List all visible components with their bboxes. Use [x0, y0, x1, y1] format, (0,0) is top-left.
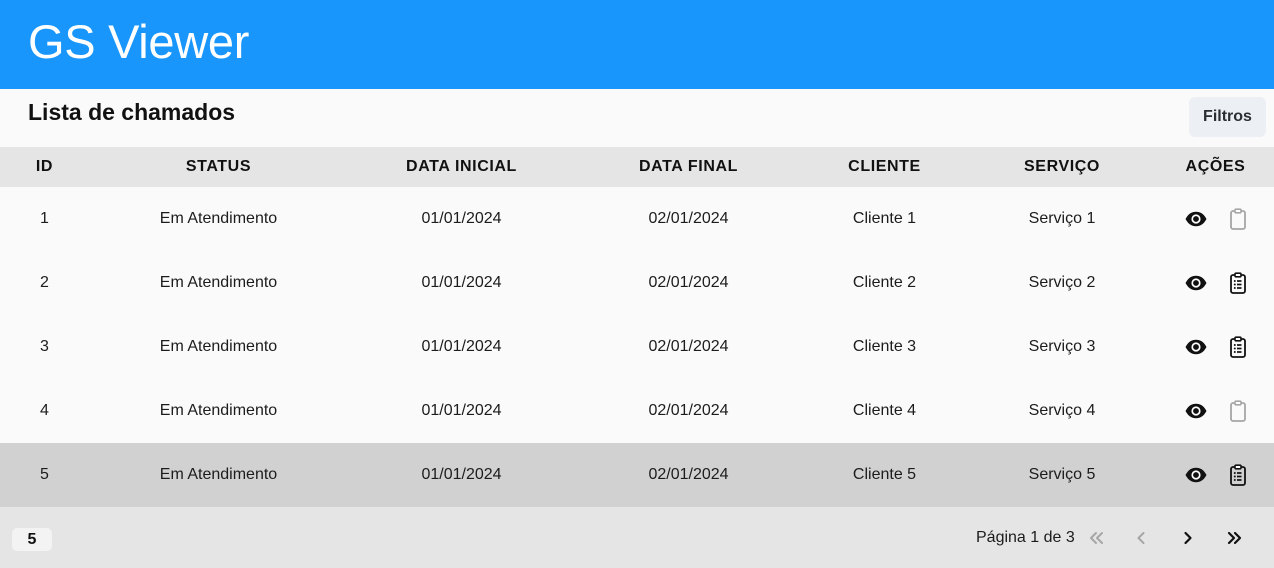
cell-id: 4 — [40, 402, 49, 419]
cell-acoes — [1157, 251, 1274, 315]
cell-id: 5 — [40, 466, 49, 483]
filters-button[interactable]: Filtros — [1189, 97, 1266, 137]
eye-icon — [1185, 467, 1206, 483]
cell-acoes — [1157, 443, 1274, 507]
report-button[interactable] — [1226, 271, 1250, 295]
column-header-data-inicial[interactable]: DATA INICIAL — [348, 147, 575, 187]
cell-data-final: 02/01/2024 — [648, 338, 729, 355]
report-button[interactable] — [1226, 463, 1250, 487]
table-row[interactable]: 3 Em Atendimento 01/01/2024 02/01/2024 Clien… — [0, 315, 1274, 379]
table-row[interactable]: 2 Em Atendimento 01/01/2024 02/01/2024 Clien… — [0, 251, 1274, 315]
table-row[interactable]: 5 Em Atendimento 01/01/2024 02/01/2024 Clien… — [0, 443, 1274, 507]
column-header-cliente[interactable]: CLIENTE — [802, 147, 967, 187]
cell-servico: Serviço 1 — [1028, 210, 1096, 227]
cell-servico: Serviço 3 — [1028, 338, 1096, 355]
cell-data-inicial: 01/01/2024 — [421, 274, 502, 291]
cell-data-inicial: 01/01/2024 — [421, 338, 502, 355]
cell-status: Em Atendimento — [159, 274, 278, 291]
cell-data-inicial: 01/01/2024 — [421, 210, 502, 227]
cell-servico: Serviço 4 — [1028, 402, 1096, 419]
cell-status: Em Atendimento — [159, 210, 278, 227]
cell-servico: Serviço 2 — [1028, 274, 1096, 291]
cell-data-final: 02/01/2024 — [648, 274, 729, 291]
first-page-button[interactable] — [1084, 526, 1108, 550]
view-button[interactable] — [1184, 399, 1208, 423]
cell-status: Em Atendimento — [159, 402, 278, 419]
cell-data-final: 02/01/2024 — [648, 466, 729, 483]
view-button[interactable] — [1184, 207, 1208, 231]
cell-data-inicial: 01/01/2024 — [421, 466, 502, 483]
column-header-acoes: AÇÕES — [1185, 158, 1246, 175]
chevrons-left-icon — [1090, 532, 1103, 544]
row-actions — [1157, 207, 1274, 231]
clipboard-list-icon — [1229, 464, 1246, 486]
tickets-table: ID STATUS DATA INICIAL DATA FINAL CLIENT… — [0, 147, 1274, 507]
row-actions — [1157, 271, 1274, 295]
cell-status: Em Atendimento — [159, 338, 278, 355]
cell-id: 1 — [40, 210, 49, 227]
previous-page-button[interactable] — [1129, 526, 1153, 550]
app-bar: GS Viewer — [0, 0, 1274, 89]
row-actions — [1157, 463, 1274, 487]
page-indicator: Página 1 de 3 — [976, 529, 1075, 546]
row-actions — [1157, 399, 1274, 423]
row-actions — [1157, 335, 1274, 359]
page-header: Lista de chamados Filtros — [0, 89, 1274, 147]
app-title: GS Viewer — [28, 15, 250, 68]
table-body: 1 Em Atendimento 01/01/2024 02/01/2024 Clien… — [0, 187, 1274, 507]
cell-cliente: Cliente 4 — [852, 402, 917, 419]
clipboard-list-icon — [1229, 400, 1246, 422]
cell-data-final: 02/01/2024 — [648, 210, 729, 227]
cell-cliente: Cliente 2 — [852, 274, 917, 291]
column-header-servico[interactable]: SERVIÇO — [967, 147, 1157, 187]
table-footer: 5 Página 1 de 3 — [0, 507, 1274, 568]
clipboard-list-icon — [1229, 272, 1246, 294]
cell-cliente: Cliente 1 — [852, 210, 917, 227]
chevron-right-icon — [1184, 531, 1192, 545]
cell-acoes — [1157, 187, 1274, 251]
cell-cliente: Cliente 3 — [852, 338, 917, 355]
last-page-button[interactable] — [1223, 526, 1247, 550]
clipboard-list-icon — [1229, 208, 1246, 230]
eye-icon — [1185, 339, 1206, 355]
eye-icon — [1185, 275, 1206, 291]
view-button[interactable] — [1184, 271, 1208, 295]
chevron-left-icon — [1137, 532, 1145, 544]
page-title: Lista de chamados — [28, 99, 236, 125]
view-button[interactable] — [1184, 463, 1208, 487]
cell-data-inicial: 01/01/2024 — [421, 402, 502, 419]
cell-status: Em Atendimento — [159, 466, 278, 483]
column-header-status[interactable]: STATUS — [89, 147, 348, 187]
chevrons-right-icon — [1227, 531, 1242, 545]
cell-cliente: Cliente 5 — [852, 466, 917, 483]
column-header-data-final[interactable]: DATA FINAL — [575, 147, 802, 187]
column-header-id[interactable]: ID — [0, 147, 89, 187]
cell-acoes — [1157, 379, 1274, 443]
cell-data-final: 02/01/2024 — [648, 402, 729, 419]
table-header-row: ID STATUS DATA INICIAL DATA FINAL CLIENT… — [0, 147, 1274, 187]
eye-icon — [1185, 211, 1206, 227]
clipboard-list-icon — [1229, 336, 1246, 358]
report-button — [1226, 207, 1250, 231]
cell-id: 3 — [40, 338, 49, 355]
table-row[interactable]: 1 Em Atendimento 01/01/2024 02/01/2024 Clien… — [0, 187, 1274, 251]
rows-per-page-select[interactable]: 5 — [12, 528, 52, 551]
eye-icon — [1185, 403, 1206, 419]
table-row[interactable]: 4 Em Atendimento 01/01/2024 02/01/2024 Clien… — [0, 379, 1274, 443]
view-button[interactable] — [1184, 335, 1208, 359]
cell-id: 2 — [40, 274, 49, 291]
cell-acoes — [1157, 315, 1274, 379]
cell-servico: Serviço 5 — [1028, 466, 1096, 483]
report-button — [1226, 399, 1250, 423]
report-button[interactable] — [1226, 335, 1250, 359]
next-page-button[interactable] — [1176, 526, 1200, 550]
